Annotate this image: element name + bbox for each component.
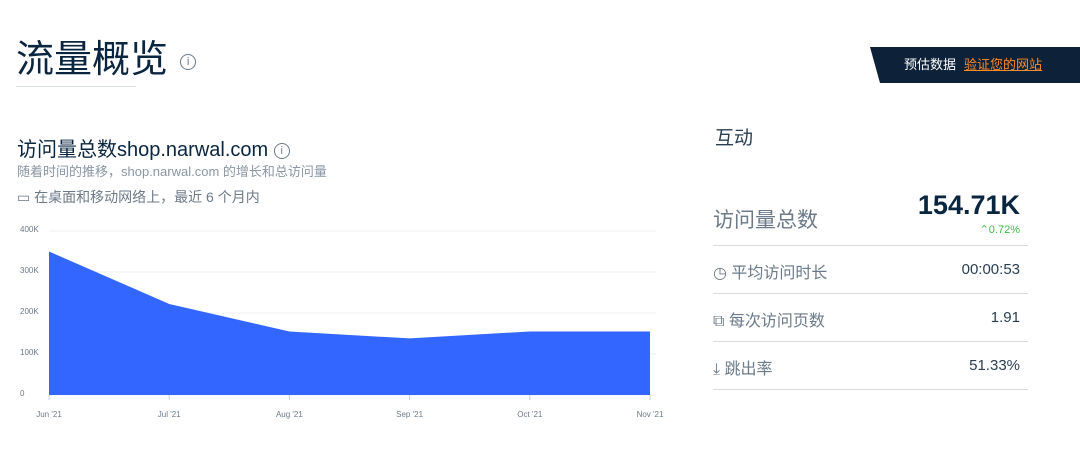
metric-row: ⧉ 每次访问页数 1.91 — [713, 294, 1028, 342]
stopwatch-icon: ◷ — [713, 265, 727, 282]
metric-label-text: 每次访问页数 — [728, 313, 825, 330]
arrow-up-icon: ⌃ — [979, 224, 989, 236]
y-tick-label: 100K — [20, 348, 39, 357]
visits-chart — [48, 230, 656, 400]
change-value: 0.72% — [988, 224, 1020, 236]
metric-label: ◷ 平均访问时长 — [713, 259, 827, 283]
x-tick-label: Nov '21 — [636, 410, 664, 419]
x-tick-label: Jun '21 — [36, 410, 62, 419]
banner-label: 预估数据 — [904, 57, 957, 72]
x-tick-label: Aug '21 — [275, 410, 303, 419]
pages-icon: ⧉ — [713, 313, 725, 330]
metric-row: ⤓ 跳出率 51.33% — [713, 342, 1028, 390]
metric-label-text: 跳出率 — [724, 361, 773, 378]
y-tick-label: 200K — [20, 307, 39, 316]
change-badge: ⌃0.72% — [980, 223, 1020, 236]
engagement-title: 互动 — [715, 128, 754, 149]
total-visits-value: 154.71K — [917, 190, 1020, 220]
metric-row: ◷ 平均访问时长 00:00:53 — [713, 246, 1028, 294]
total-visits-label: 访问量总数 — [713, 209, 818, 232]
x-tick-label: Oct '21 — [517, 410, 543, 419]
x-tick-label: Jul '21 — [157, 410, 181, 419]
total-visits-row: 访问量总数 154.71K ⌃0.72% — [713, 190, 1028, 246]
bounce-icon: ⤓ — [713, 361, 721, 378]
x-tick-label: Sep '21 — [396, 410, 424, 419]
metric-value: 00:00:53 — [961, 261, 1020, 278]
metric-label-text: 平均访问时长 — [731, 265, 828, 282]
verify-site-link[interactable]: 验证您的网站 — [964, 57, 1042, 72]
metric-value: 1.91 — [990, 309, 1020, 326]
y-tick-label: 0 — [20, 389, 25, 398]
area-series — [49, 251, 650, 395]
metric-value: 51.33% — [969, 357, 1020, 374]
y-tick-label: 400K — [20, 225, 39, 234]
metric-label: ⤓ 跳出率 — [713, 355, 773, 379]
metric-label: ⧉ 每次访问页数 — [713, 307, 825, 331]
estimated-data-banner: 预估数据 验证您的网站 — [870, 47, 1080, 83]
y-tick-label: 300K — [20, 266, 39, 275]
